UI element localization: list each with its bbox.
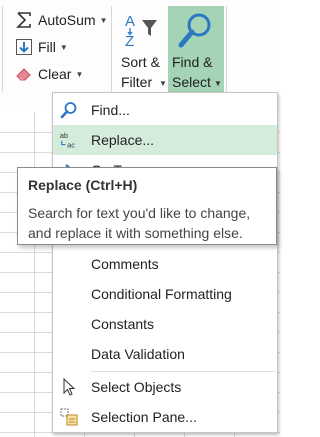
- svg-text:ac: ac: [67, 140, 75, 149]
- menu-item-label: Conditional Formatting: [91, 286, 232, 302]
- sort-filter-label-line2: Filter: [121, 74, 153, 90]
- fill-label: Fill: [38, 39, 56, 55]
- sort-az-funnel-icon: A Z: [123, 10, 163, 55]
- menu-item-conditional-formatting[interactable]: Conditional Formatting: [53, 279, 277, 309]
- clear-label: Clear: [38, 66, 72, 82]
- autosum-button[interactable]: AutoSum ▼: [14, 9, 108, 31]
- clear-button[interactable]: Clear ▼: [14, 63, 83, 85]
- fill-button[interactable]: Fill ▼: [14, 36, 68, 58]
- menu-item-replace[interactable]: ab ac Replace...: [53, 125, 277, 155]
- menu-item-label: Constants: [91, 316, 155, 332]
- autosum-label: AutoSum: [38, 12, 96, 28]
- menu-item-select-objects[interactable]: Select Objects: [53, 372, 277, 402]
- svg-text:ab: ab: [60, 131, 68, 140]
- ribbon-divider: [2, 6, 3, 92]
- find-select-button[interactable]: Find & Select ▼: [168, 6, 224, 92]
- menu-item-selection-pane[interactable]: Selection Pane...: [53, 402, 277, 432]
- chevron-down-icon: ▼: [159, 79, 167, 88]
- ab-ac-replace-icon: ab ac: [59, 130, 79, 150]
- magnifier-icon: [59, 100, 79, 120]
- find-select-menu: Find... ab ac Replace... Go To... Commen…: [52, 92, 278, 433]
- menu-item-data-validation[interactable]: Data Validation: [53, 339, 277, 369]
- menu-item-label: Selection Pane...: [91, 409, 197, 425]
- chevron-down-icon: ▼: [214, 79, 222, 88]
- menu-item-label: Data Validation: [91, 346, 185, 362]
- fill-down-arrow-icon: [14, 37, 34, 57]
- tooltip-body: Search for text you'd like to change, an…: [28, 205, 251, 241]
- eraser-icon: [14, 64, 34, 84]
- replace-tooltip: Replace (Ctrl+H) Search for text you'd l…: [17, 167, 277, 245]
- menu-item-label: Find...: [91, 102, 130, 118]
- find-select-label-line1: Find &: [172, 54, 213, 70]
- chevron-down-icon[interactable]: ▼: [100, 16, 108, 25]
- cursor-arrow-icon: [59, 377, 79, 397]
- selection-pane-icon: [59, 407, 79, 427]
- ribbon-divider: [226, 6, 227, 92]
- tooltip-title: Replace (Ctrl+H): [28, 177, 138, 193]
- grid-line: [34, 112, 35, 437]
- sigma-icon: [14, 10, 34, 30]
- ribbon-divider: [111, 6, 112, 92]
- svg-text:A: A: [125, 13, 135, 30]
- magnifier-icon: [177, 10, 215, 55]
- find-select-label-line2: Select: [172, 74, 211, 90]
- sort-filter-button[interactable]: A Z Sort & Filter ▼: [117, 6, 167, 92]
- chevron-down-icon[interactable]: ▼: [75, 70, 83, 79]
- menu-item-label: Replace...: [91, 132, 155, 148]
- svg-text:Z: Z: [125, 33, 134, 50]
- menu-item-constants[interactable]: Constants: [53, 309, 277, 339]
- menu-item-comments[interactable]: Comments: [53, 249, 277, 279]
- menu-item-find[interactable]: Find...: [53, 95, 277, 125]
- sort-filter-label-line1: Sort &: [121, 54, 160, 70]
- menu-item-label: Comments: [91, 256, 159, 272]
- chevron-down-icon[interactable]: ▼: [60, 43, 68, 52]
- menu-item-label: Select Objects: [91, 379, 182, 395]
